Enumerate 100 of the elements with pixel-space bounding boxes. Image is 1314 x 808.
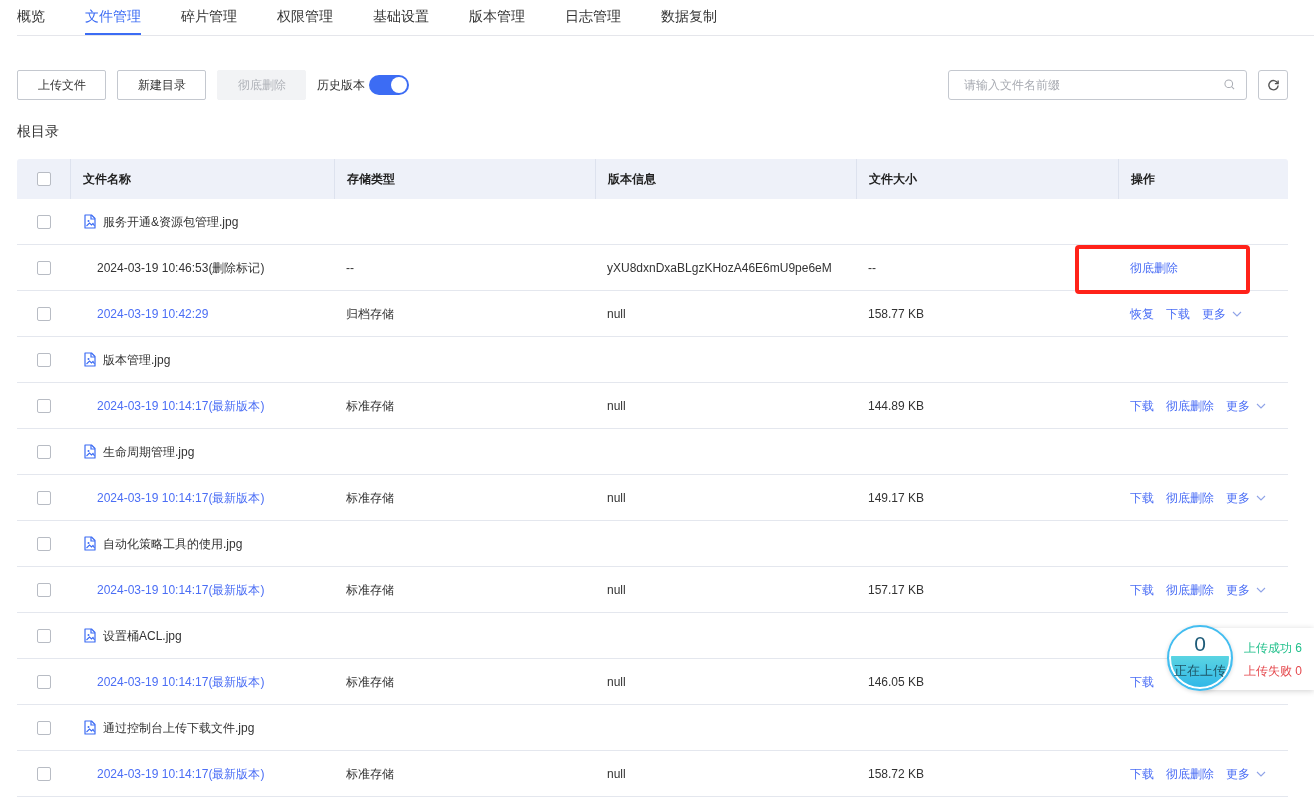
image-file-icon [84,214,96,229]
search-field[interactable]: 请输入文件名前缀 [948,70,1247,100]
action-link[interactable]: 下载 [1130,580,1154,599]
file-size: 158.72 KB [868,765,925,783]
checkbox[interactable] [36,490,51,505]
storage-type: 标准存储 [346,765,394,783]
version-id: null [607,305,626,323]
column-header: 文件名称 [83,171,131,188]
version-time-link[interactable]: 2024-03-19 10:14:17(最新版本) [97,488,265,507]
image-file-icon [84,444,96,459]
tab[interactable]: 文件管理 [85,0,141,35]
storage-type: 归档存储 [346,305,394,323]
file-size: 157.17 KB [868,581,925,599]
version-time-link[interactable]: 2024-03-19 10:14:17(最新版本) [97,672,265,691]
column-header: 存储类型 [347,171,395,188]
action-link[interactable]: 彻底删除 [1166,580,1214,599]
version-time: 2024-03-19 10:46:53(删除标记) [97,259,265,277]
version-id: null [607,581,626,599]
toolbar-button[interactable]: 上传文件 [17,70,106,100]
checkbox[interactable] [36,674,51,689]
image-file-icon [84,352,96,367]
file-name: 通过控制台上传下载文件.jpg [103,719,255,737]
version-time-link[interactable]: 2024-03-19 10:14:17(最新版本) [97,764,265,783]
action-link[interactable]: 下载 [1130,396,1154,415]
storage-type: 标准存储 [346,581,394,599]
image-file-icon [84,628,96,643]
action-link[interactable]: 下载 [1130,488,1154,507]
file-name: 生命周期管理.jpg [103,443,195,461]
checkbox[interactable] [36,172,51,186]
upload-success-count: 上传成功 6 [1244,639,1302,656]
image-file-icon [84,536,96,551]
toggle-label: 历史版本 [317,77,365,94]
checkbox[interactable] [36,582,51,597]
checkbox[interactable] [36,398,51,413]
checkbox[interactable] [36,444,51,459]
tab[interactable]: 日志管理 [565,0,621,35]
version-time-link[interactable]: 2024-03-19 10:14:17(最新版本) [97,580,265,599]
storage-type: 标准存储 [346,489,394,507]
version-id: null [607,489,626,507]
action-link[interactable]: 下载 [1166,304,1190,323]
version-time-link[interactable]: 2024-03-19 10:14:17(最新版本) [97,396,265,415]
checkbox[interactable] [36,214,51,229]
action-link[interactable]: 恢复 [1130,304,1154,323]
upload-failed-count: 上传失败 0 [1244,662,1302,679]
more-dropdown[interactable]: 更多 [1226,488,1266,507]
version-time-link[interactable]: 2024-03-19 10:42:29 [97,304,209,323]
action-link[interactable]: 下载 [1130,672,1154,691]
chevron-down-icon [1232,310,1242,317]
more-dropdown[interactable]: 更多 [1226,396,1266,415]
chevron-down-icon [1256,770,1266,777]
tab[interactable]: 数据复制 [661,0,717,35]
file-name: 版本管理.jpg [103,351,171,369]
checkbox[interactable] [36,260,51,275]
action-link[interactable]: 彻底删除 [1130,258,1178,277]
column-header: 操作 [1131,171,1155,188]
tab[interactable]: 权限管理 [277,0,333,35]
uploading-label: 正在上传 [1174,663,1226,679]
tab[interactable]: 基础设置 [373,0,429,35]
version-id: null [607,673,626,691]
more-dropdown[interactable]: 更多 [1226,580,1266,599]
chevron-down-icon [1256,494,1266,501]
action-link[interactable]: 彻底删除 [1166,488,1214,507]
file-size: 144.89 KB [868,397,925,415]
storage-type: 标准存储 [346,397,394,415]
file-name: 设置桶ACL.jpg [103,627,182,645]
action-link[interactable]: 彻底删除 [1166,764,1214,783]
more-dropdown[interactable]: 更多 [1202,304,1242,323]
version-id: null [607,397,626,415]
file-size: 158.77 KB [868,305,925,323]
image-file-icon [84,720,96,735]
checkbox[interactable] [36,306,51,321]
tab[interactable]: 版本管理 [469,0,525,35]
checkbox[interactable] [36,766,51,781]
column-header: 版本信息 [608,171,656,188]
search-icon [1224,79,1235,90]
action-link[interactable]: 下载 [1130,764,1154,783]
chevron-down-icon [1256,586,1266,593]
tab[interactable]: 概览 [17,0,45,35]
tab[interactable]: 碎片管理 [181,0,237,35]
checkbox[interactable] [36,536,51,551]
uploading-count: 0 [1194,632,1206,656]
checkbox[interactable] [36,720,51,735]
checkbox[interactable] [36,352,51,367]
refresh-button[interactable] [1258,70,1288,100]
file-size: 146.05 KB [868,673,925,691]
storage-type: -- [346,259,354,277]
version-id: yXU8dxnDxaBLgzKHozA46E6mU9pe6eM [607,259,832,277]
file-size: 149.17 KB [868,489,925,507]
column-header: 文件大小 [869,171,917,188]
refresh-icon [1266,78,1280,92]
chevron-down-icon [1256,402,1266,409]
history-toggle[interactable] [369,75,409,95]
file-name: 自动化策略工具的使用.jpg [103,535,243,553]
toolbar-button[interactable]: 新建目录 [117,70,206,100]
storage-type: 标准存储 [346,673,394,691]
action-link[interactable]: 彻底删除 [1166,396,1214,415]
version-id: null [607,765,626,783]
more-dropdown[interactable]: 更多 [1226,764,1266,783]
file-name: 服务开通&资源包管理.jpg [103,213,239,231]
checkbox[interactable] [36,628,51,643]
